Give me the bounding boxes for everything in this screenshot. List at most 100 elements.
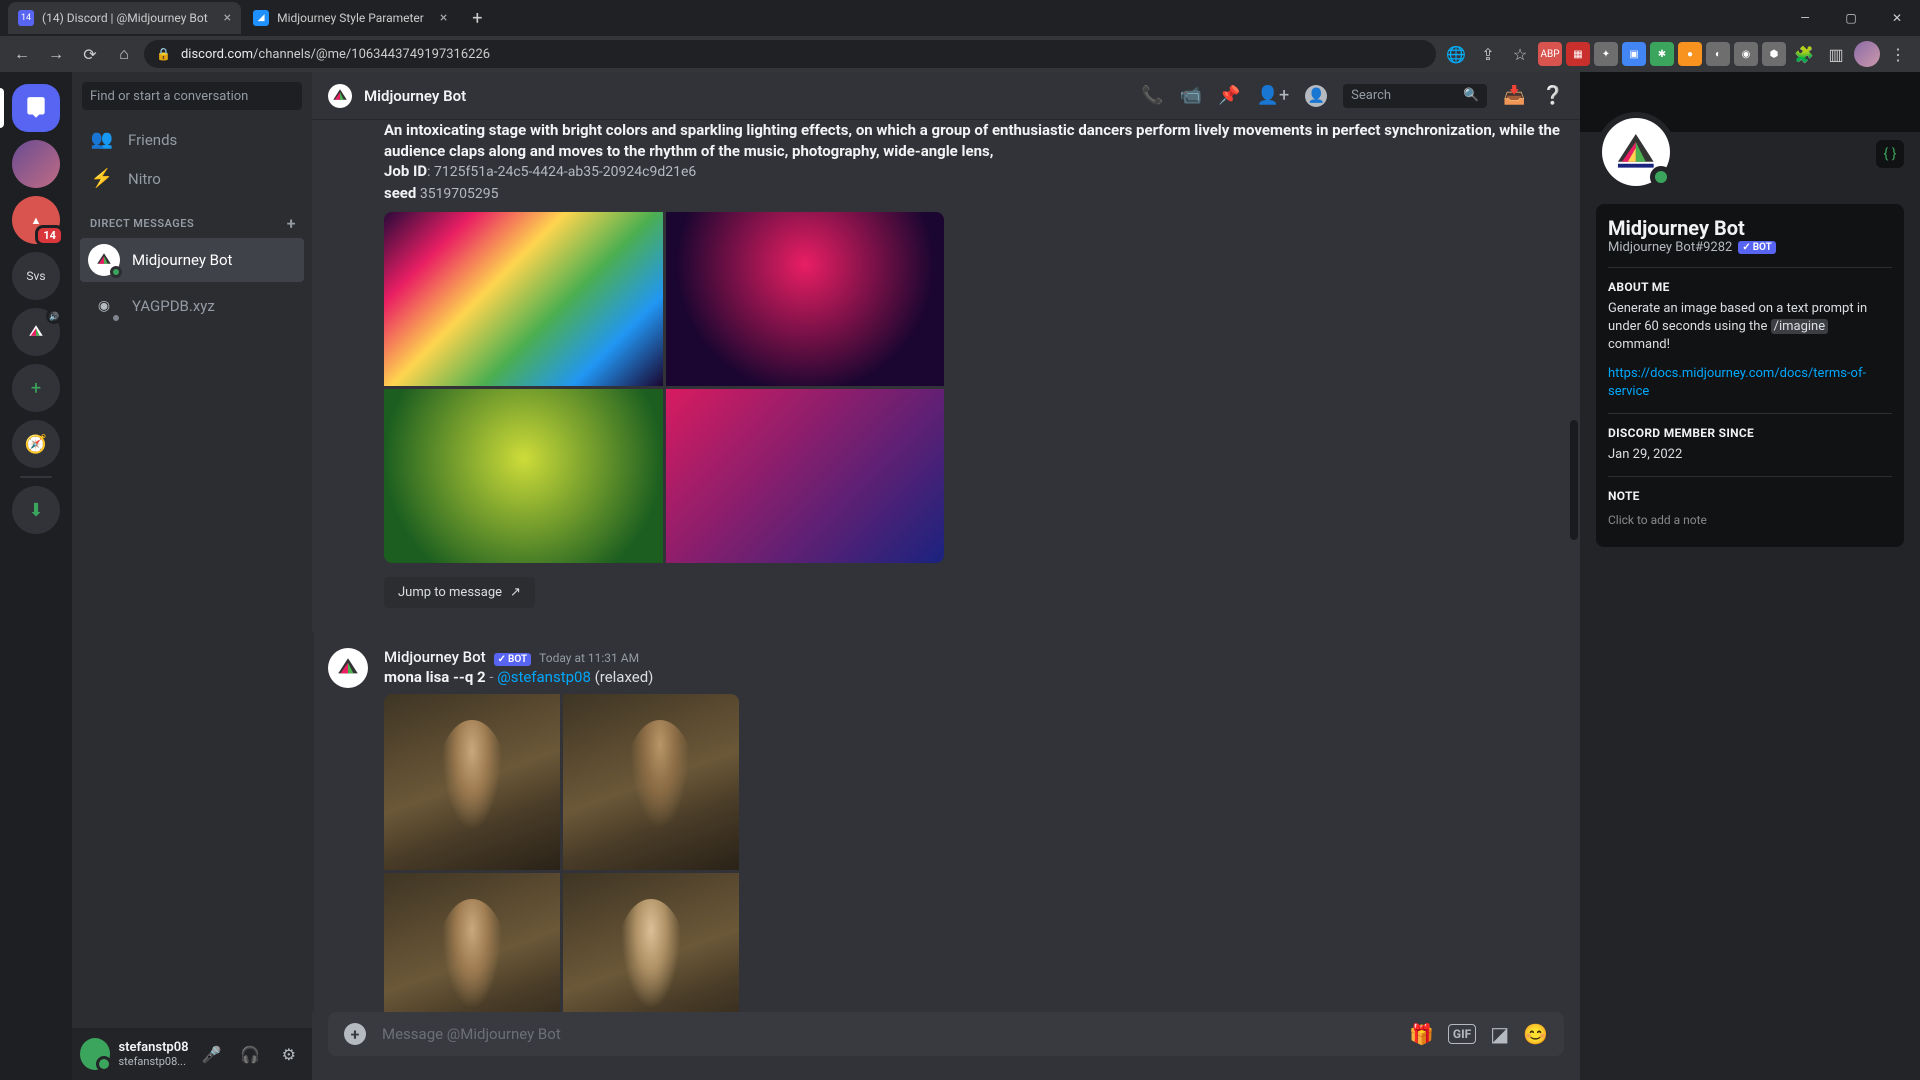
tab-midjourney-docs[interactable]: ◢ Midjourney Style Parameter × <box>243 2 457 34</box>
emoji-button[interactable]: 😊 <box>1523 1022 1548 1046</box>
extension-icon[interactable]: ⬢ <box>1762 42 1786 66</box>
pinned-messages-button[interactable]: 📌 <box>1218 85 1240 106</box>
explore-servers-button[interactable]: 🧭 <box>12 420 60 468</box>
server-dm[interactable] <box>12 84 60 132</box>
extension-icon[interactable]: ✱ <box>1650 42 1674 66</box>
about-me-text: Generate an image based on a text prompt… <box>1608 300 1892 355</box>
notification-badge: 14 <box>35 225 64 246</box>
abp-extension-icon[interactable]: ABP <box>1538 42 1562 66</box>
close-icon[interactable]: × <box>224 10 231 26</box>
maximize-button[interactable]: ▢ <box>1828 2 1874 34</box>
add-friends-button[interactable]: 👤+ <box>1257 85 1290 106</box>
dm-midjourney-bot[interactable]: Midjourney Bot <box>80 238 304 282</box>
extension-icon[interactable]: ✦ <box>1594 42 1618 66</box>
generated-image[interactable] <box>384 694 560 870</box>
channel-avatar <box>328 84 352 108</box>
generated-image[interactable] <box>666 212 945 386</box>
browser-toolbar: ← → ⟳ ⌂ 🔒 discord.com/channels/@me/10634… <box>0 36 1920 72</box>
member-since-label: DISCORD MEMBER SINCE <box>1608 426 1892 440</box>
close-icon[interactable]: × <box>440 10 447 26</box>
generated-image[interactable] <box>666 389 945 563</box>
back-button[interactable]: ← <box>8 40 36 68</box>
new-tab-button[interactable]: + <box>463 4 491 32</box>
chat-main: Midjourney Bot 📞 📹 📌 👤+ 👤 Search 🔍 📥 ❔ A… <box>312 72 1580 1080</box>
add-attachment-button[interactable]: + <box>344 1023 366 1045</box>
generated-image[interactable] <box>563 694 739 870</box>
user-avatar[interactable] <box>80 1038 110 1070</box>
inbox-button[interactable]: 📥 <box>1503 85 1525 106</box>
nitro-nav[interactable]: ⚡ Nitro <box>80 160 304 197</box>
member-since-date: Jan 29, 2022 <box>1608 446 1892 464</box>
help-button[interactable]: ❔ <box>1542 85 1564 106</box>
gif-button[interactable]: GIF <box>1448 1024 1476 1044</box>
image-grid-stage[interactable] <box>384 212 944 563</box>
extensions-button[interactable]: 🧩 <box>1790 40 1818 68</box>
tab-discord[interactable]: 14 (14) Discord | @Midjourney Bot × <box>8 2 241 34</box>
server-svs[interactable]: Svs <box>12 252 60 300</box>
add-server-button[interactable]: + <box>12 364 60 412</box>
extension-icon[interactable]: ▦ <box>1566 42 1590 66</box>
forward-button[interactable]: → <box>42 40 70 68</box>
search-conversations[interactable]: Find or start a conversation <box>82 82 302 110</box>
message-list: An intoxicating stage with bright colors… <box>312 120 1580 1012</box>
generated-image[interactable] <box>563 873 739 1012</box>
jump-to-message-button[interactable]: Jump to message ↗ <box>384 577 535 608</box>
terms-link[interactable]: https://docs.midjourney.com/docs/terms-o… <box>1608 366 1866 399</box>
menu-button[interactable]: ⋮ <box>1884 40 1912 68</box>
message-header: Midjourney Bot ✓ BOT Today at 11:31 AM <box>384 648 739 666</box>
dev-mode-button[interactable]: { } <box>1876 140 1904 168</box>
message-block: Midjourney Bot ✓ BOT Today at 11:31 AM m… <box>312 632 1564 1012</box>
close-window-button[interactable]: ✕ <box>1874 2 1920 34</box>
translate-icon[interactable]: 🌐 <box>1442 40 1470 68</box>
side-panel-button[interactable]: ▥ <box>1822 40 1850 68</box>
generated-image[interactable] <box>384 212 663 386</box>
url-bar[interactable]: 🔒 discord.com/channels/@me/1063443749197… <box>144 40 1436 68</box>
server-midjourney[interactable]: 🔊 <box>12 308 60 356</box>
bookmark-icon[interactable]: ☆ <box>1506 40 1534 68</box>
tab-title: (14) Discord | @Midjourney Bot <box>42 11 208 25</box>
scrollbar[interactable] <box>1570 420 1578 540</box>
reload-button[interactable]: ⟳ <box>76 40 104 68</box>
note-input[interactable]: Click to add a note <box>1608 509 1892 531</box>
share-icon[interactable]: ⇪ <box>1474 40 1502 68</box>
channel-header: Midjourney Bot 📞 📹 📌 👤+ 👤 Search 🔍 📥 ❔ <box>312 72 1580 120</box>
friends-nav[interactable]: 👥 Friends <box>80 121 304 158</box>
chat-input-container: + Message @Midjourney Bot 🎁 GIF ◪ 😊 <box>312 1012 1580 1080</box>
user-settings-button[interactable]: ⚙ <box>274 1038 304 1070</box>
image-grid-mona[interactable] <box>384 694 739 1012</box>
message-author[interactable]: Midjourney Bot <box>384 648 486 666</box>
server-icon[interactable] <box>12 140 60 188</box>
mute-mic-button[interactable]: 🎤 <box>197 1038 227 1070</box>
job-id-line: Job ID: 7125f51a-24c5-4424-ab35-20924c9d… <box>384 161 1564 182</box>
message-content: Midjourney Bot ✓ BOT Today at 11:31 AM m… <box>384 648 739 1012</box>
server-icon[interactable]: ▲14 <box>12 196 60 244</box>
user-profile-toggle[interactable]: 👤 <box>1305 85 1327 107</box>
profile-avatar-container <box>1596 112 1676 192</box>
chat-input[interactable]: + Message @Midjourney Bot 🎁 GIF ◪ 😊 <box>328 1012 1564 1056</box>
generated-image[interactable] <box>384 873 560 1012</box>
voice-call-button[interactable]: 📞 <box>1141 85 1163 106</box>
video-call-button[interactable]: 📹 <box>1180 85 1202 106</box>
user-info[interactable]: stefanstp08 stefanstp08... <box>118 1040 188 1068</box>
home-button[interactable]: ⌂ <box>110 40 138 68</box>
extension-icon[interactable]: ◐ <box>1706 42 1730 66</box>
gift-button[interactable]: 🎁 <box>1409 1022 1434 1046</box>
sticker-button[interactable]: ◪ <box>1490 1022 1509 1046</box>
deafen-button[interactable]: 🎧 <box>235 1038 265 1070</box>
message-avatar[interactable] <box>328 648 368 688</box>
download-apps-button[interactable]: ⬇ <box>12 486 60 534</box>
search-input[interactable]: Search 🔍 <box>1343 84 1487 108</box>
lock-icon: 🔒 <box>156 47 171 61</box>
generated-image[interactable] <box>384 389 663 563</box>
create-dm-button[interactable]: + <box>287 214 296 233</box>
dm-yagpdb[interactable]: ◉ YAGPDB.xyz <box>80 284 304 328</box>
profile-avatar[interactable] <box>1854 41 1880 67</box>
extension-icon[interactable]: ● <box>1678 42 1702 66</box>
user-mention[interactable]: @stefanstp08 <box>497 668 591 686</box>
docs-favicon: ◢ <box>253 10 269 26</box>
profile-username: Midjourney Bot <box>1608 216 1892 240</box>
extension-icon[interactable]: ◉ <box>1734 42 1758 66</box>
nitro-icon: ⚡ <box>90 168 114 189</box>
minimize-button[interactable]: — <box>1782 2 1828 34</box>
extension-icon[interactable]: ▣ <box>1622 42 1646 66</box>
